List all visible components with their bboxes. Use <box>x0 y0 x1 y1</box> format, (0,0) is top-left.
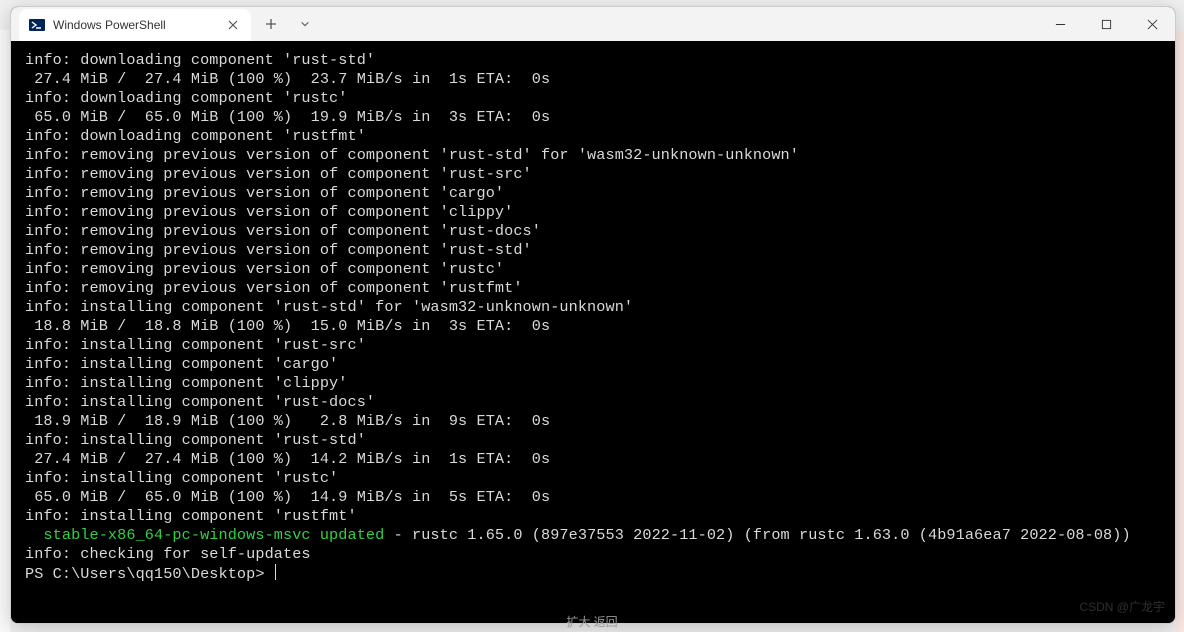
terminal-line: stable-x86_64-pc-windows-msvc updated - … <box>25 526 1163 545</box>
terminal-line: info: checking for self-updates <box>25 545 1163 564</box>
terminal-line: 18.8 MiB / 18.8 MiB (100 %) 15.0 MiB/s i… <box>25 317 1163 336</box>
terminal-line: info: installing component 'rust-docs' <box>25 393 1163 412</box>
terminal-line: info: installing component 'rust-std' fo… <box>25 298 1163 317</box>
terminal-line: 27.4 MiB / 27.4 MiB (100 %) 14.2 MiB/s i… <box>25 450 1163 469</box>
tab-title: Windows PowerShell <box>53 18 217 32</box>
terminal-line: info: removing previous version of compo… <box>25 165 1163 184</box>
tab-dropdown-button[interactable] <box>291 10 319 38</box>
left-background-clip <box>0 30 10 632</box>
maximize-button[interactable] <box>1083 7 1129 41</box>
terminal-line: info: removing previous version of compo… <box>25 146 1163 165</box>
prompt-line[interactable]: PS C:\Users\qq150\Desktop> <box>25 564 1163 584</box>
terminal-line: 18.9 MiB / 18.9 MiB (100 %) 2.8 MiB/s in… <box>25 412 1163 431</box>
terminal-line: info: installing component 'cargo' <box>25 355 1163 374</box>
terminal-line: info: removing previous version of compo… <box>25 279 1163 298</box>
terminal-line: info: installing component 'rust-src' <box>25 336 1163 355</box>
terminal-line: info: downloading component 'rust-std' <box>25 51 1163 70</box>
terminal-line: info: installing component 'clippy' <box>25 374 1163 393</box>
minimize-button[interactable] <box>1037 7 1083 41</box>
right-background-clip <box>1176 30 1184 632</box>
terminal-line: info: removing previous version of compo… <box>25 222 1163 241</box>
terminal-line: info: installing component 'rustc' <box>25 469 1163 488</box>
titlebar-drag-area[interactable] <box>325 7 1037 41</box>
terminal-line: info: removing previous version of compo… <box>25 260 1163 279</box>
new-tab-button[interactable] <box>257 10 285 38</box>
window-titlebar[interactable]: Windows PowerShell <box>11 7 1175 41</box>
terminal-line: info: removing previous version of compo… <box>25 203 1163 222</box>
bottom-hint: 扩大 返回 <box>566 613 617 630</box>
tab-close-button[interactable] <box>225 17 241 33</box>
watermark: CSDN @广龙宇 <box>1079 598 1165 615</box>
update-status: stable-x86_64-pc-windows-msvc updated <box>25 526 384 544</box>
terminal-window: Windows PowerShell info: d <box>10 6 1176 624</box>
terminal-line: info: downloading component 'rustc' <box>25 89 1163 108</box>
tab-controls <box>251 7 325 41</box>
powershell-icon <box>29 17 45 33</box>
terminal-line: 27.4 MiB / 27.4 MiB (100 %) 23.7 MiB/s i… <box>25 70 1163 89</box>
terminal-line: 65.0 MiB / 65.0 MiB (100 %) 19.9 MiB/s i… <box>25 108 1163 127</box>
terminal-line: info: removing previous version of compo… <box>25 184 1163 203</box>
terminal-output[interactable]: info: downloading component 'rust-std' 2… <box>11 41 1175 623</box>
close-button[interactable] <box>1129 7 1175 41</box>
terminal-line: info: downloading component 'rustfmt' <box>25 127 1163 146</box>
terminal-line: 65.0 MiB / 65.0 MiB (100 %) 14.9 MiB/s i… <box>25 488 1163 507</box>
terminal-line: info: removing previous version of compo… <box>25 241 1163 260</box>
tab-powershell[interactable]: Windows PowerShell <box>19 9 251 41</box>
terminal-line: info: installing component 'rustfmt' <box>25 507 1163 526</box>
terminal-line: info: installing component 'rust-std' <box>25 431 1163 450</box>
window-controls <box>1037 7 1175 41</box>
cursor <box>275 564 276 580</box>
